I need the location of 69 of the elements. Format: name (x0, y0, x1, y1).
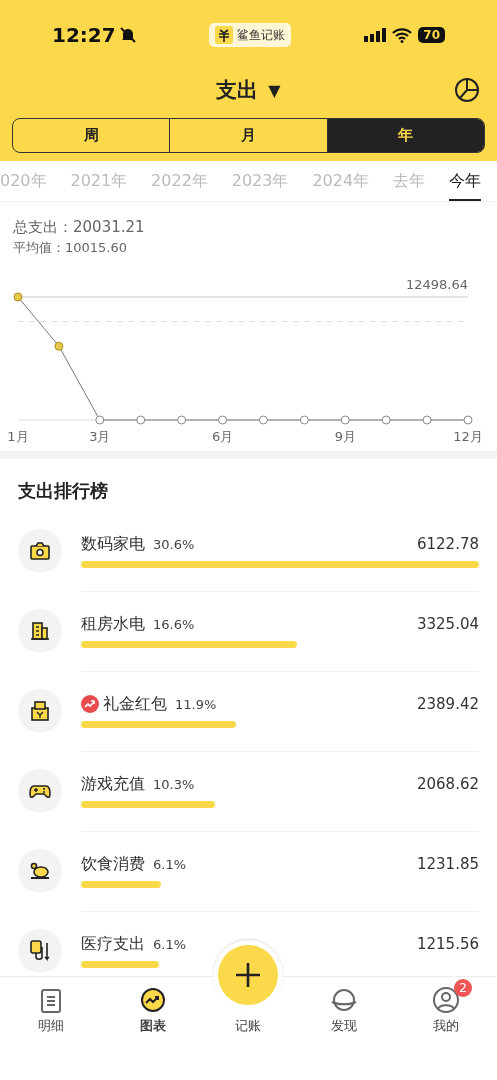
data-point (13, 292, 23, 302)
category-percent: 6.1% (153, 856, 187, 872)
nav-tab[interactable]: 图表 (101, 977, 204, 1047)
year-tab[interactable]: 今年 (448, 169, 481, 201)
category-amount: 3325.04 (416, 615, 479, 633)
data-point (340, 415, 350, 425)
category-name: 医疗支出 (81, 933, 145, 955)
data-point (463, 415, 473, 425)
category-percent: 6.1% (153, 936, 187, 952)
axis-label: 1月 (7, 429, 29, 444)
data-point (258, 415, 268, 425)
envelope-icon (28, 699, 52, 723)
category-percent: 16.6% (153, 616, 195, 632)
period-tab[interactable]: 年 (326, 119, 484, 152)
category-name: 礼金红包 (103, 693, 167, 715)
data-point (218, 415, 228, 425)
category-amount: 1215.56 (416, 935, 479, 953)
data-point (299, 415, 309, 425)
dropdown-caret[interactable]: ▼ (268, 80, 281, 100)
planet-icon (331, 987, 358, 1013)
axis-label: 6月 (211, 429, 234, 444)
category-percent: 11.9% (175, 696, 217, 712)
trend-chart-icon (139, 987, 166, 1013)
data-point (136, 415, 146, 425)
nav-tab[interactable]: 发现 (293, 977, 396, 1047)
category-percent: 30.6% (153, 536, 195, 552)
notification-badge: 2 (454, 979, 473, 997)
page-title[interactable]: 支出 (216, 76, 259, 104)
period-tab[interactable]: 周 (13, 119, 170, 152)
category-amount: 2389.42 (416, 695, 479, 713)
wifi-icon (392, 27, 413, 43)
nav-tab[interactable]: 明细 (0, 977, 102, 1047)
status-time: 12:27 (52, 23, 116, 47)
nav-tab[interactable]: 我的 2 (395, 977, 497, 1047)
plus-icon (234, 961, 262, 989)
max-value-label: 12498.64 (405, 277, 468, 292)
app-logo-icon (215, 26, 234, 44)
battery-level: 70 (418, 27, 445, 43)
category-name: 租房水电 (81, 613, 145, 635)
category-name: 数码家电 (81, 533, 145, 555)
nav-tab[interactable]: 记账 (235, 1017, 262, 1035)
medical-icon (28, 939, 52, 963)
data-point (177, 415, 187, 425)
category-percent: 10.3% (153, 776, 195, 792)
data-point (422, 415, 432, 425)
data-point (95, 415, 105, 425)
user-icon (433, 987, 460, 1013)
data-point (54, 341, 64, 351)
category-amount: 2068.62 (416, 775, 479, 793)
axis-label: 12月 (453, 429, 483, 444)
add-button[interactable] (218, 945, 278, 1005)
section-title: 支出排行榜 (17, 479, 109, 503)
camera-icon (28, 539, 52, 563)
axis-label: 9月 (334, 429, 356, 444)
pie-chart-icon[interactable] (453, 76, 481, 104)
average-value: 平均值：10015.60 (13, 239, 129, 257)
bell-muted-icon (118, 26, 137, 44)
trend-badge-icon (81, 695, 99, 713)
data-point (381, 415, 391, 425)
category-name: 游戏充值 (81, 773, 145, 795)
signal-icon (364, 28, 387, 42)
app-name: 鲨鱼记账 (237, 26, 286, 44)
total-expense: 总支出：20031.21 (13, 218, 146, 237)
building-icon (28, 619, 52, 643)
category-amount: 6122.78 (416, 535, 479, 553)
category-name: 饮食消费 (81, 853, 145, 875)
axis-label: 3月 (89, 429, 111, 444)
category-amount: 1231.85 (416, 855, 479, 873)
period-tab[interactable]: 月 (169, 119, 327, 152)
